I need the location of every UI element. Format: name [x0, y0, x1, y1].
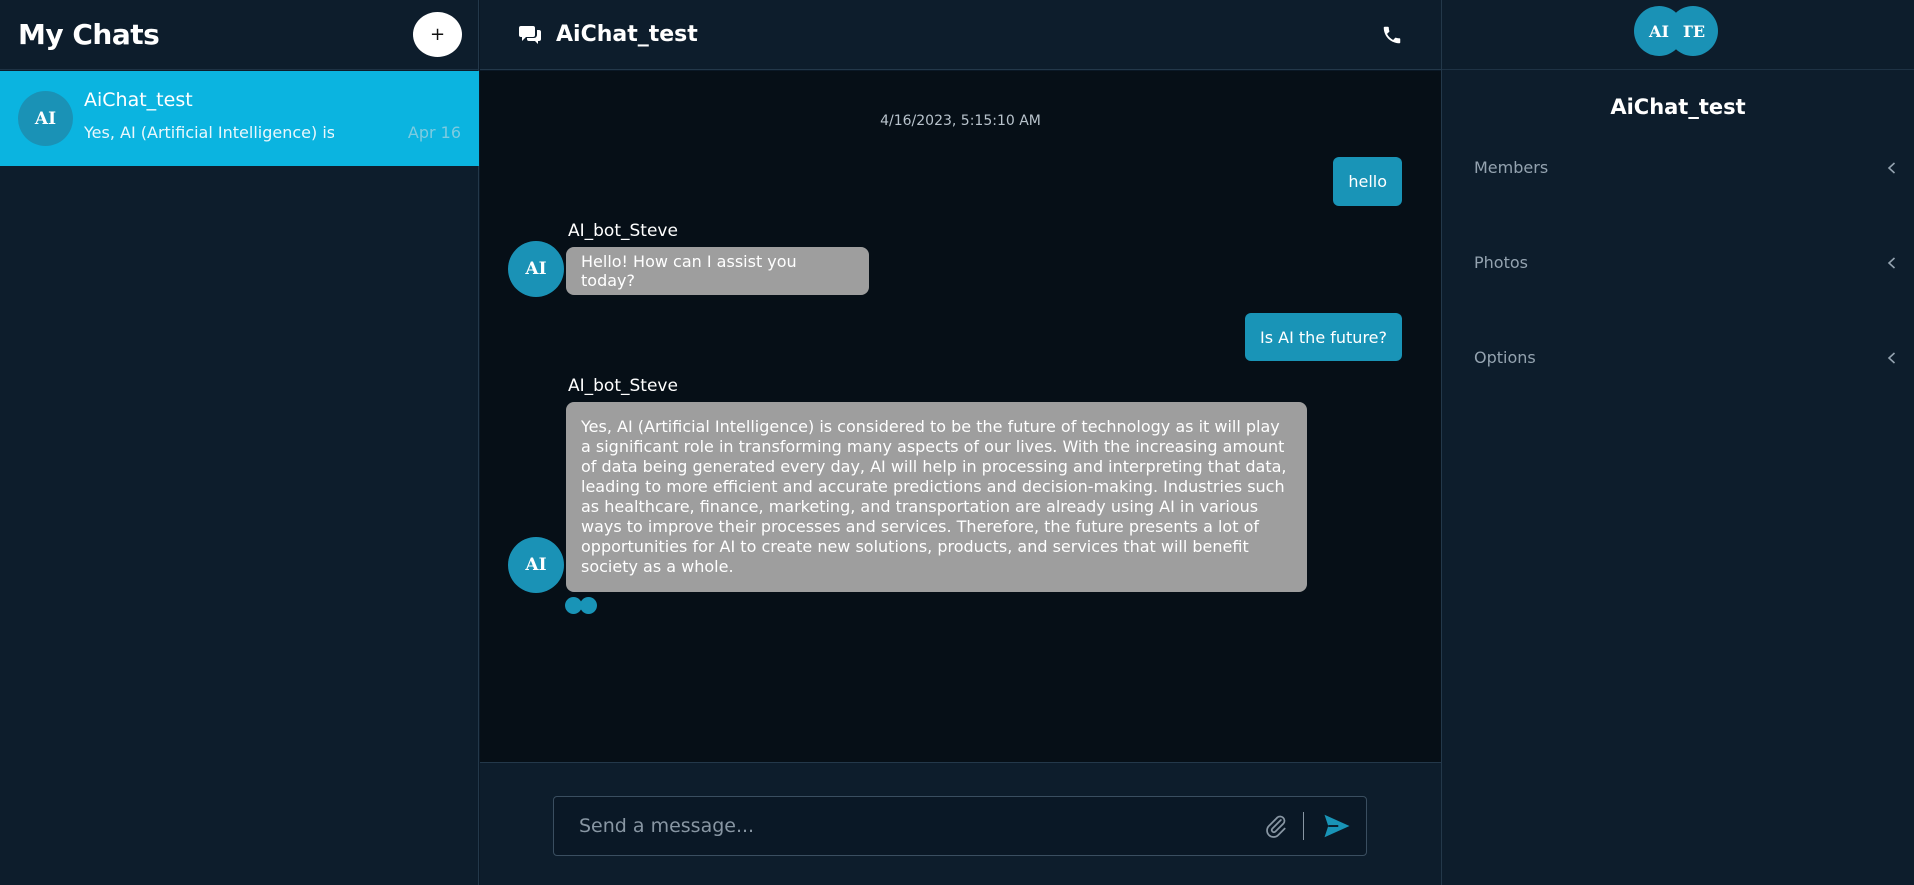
avatar: AI: [508, 241, 564, 297]
chat-title: AiChat_test: [556, 22, 698, 47]
chat-list-item-text: AiChat_test Yes, AI (Artificial Intellig…: [84, 89, 461, 149]
avatar: AI: [508, 537, 564, 593]
chat-name: AiChat_test: [84, 88, 193, 111]
phone-icon[interactable]: [1381, 24, 1403, 46]
incoming-message: Hello! How can I assist you today?: [566, 247, 869, 295]
composer-divider: [1303, 812, 1304, 840]
chat-bubbles-icon: [519, 25, 541, 44]
message-timestamp: 4/16/2023, 5:15:10 AM: [880, 113, 1041, 129]
section-label: Options: [1474, 348, 1536, 367]
message-composer: [553, 796, 1367, 856]
section-label: Members: [1474, 158, 1549, 177]
chat-last-message-preview: Yes, AI (Artificial Intelligence) is con…: [84, 122, 334, 142]
photos-section-toggle[interactable]: Photos: [1474, 253, 1899, 272]
chat-details-title: AiChat_test: [1610, 95, 1746, 119]
chat-header: AiChat_test: [480, 0, 1441, 70]
message-composer-bar: [480, 762, 1441, 885]
avatar: AI: [1634, 6, 1684, 56]
message-feed: 4/16/2023, 5:15:10 AM hello AI_bot_Steve…: [480, 71, 1441, 762]
message-input[interactable]: [579, 815, 1263, 837]
chat-details-panel: AI TE AiChat_test Members Photos Options: [1441, 0, 1914, 885]
outgoing-message: hello: [1333, 157, 1402, 206]
paperclip-icon[interactable]: [1263, 813, 1289, 839]
chat-list-sidebar: My Chats + AI AiChat_test Yes, AI (Artif…: [0, 0, 479, 885]
avatar: AI: [18, 91, 73, 146]
members-section-toggle[interactable]: Members: [1474, 158, 1899, 177]
send-icon[interactable]: [1322, 811, 1352, 841]
section-label: Photos: [1474, 253, 1528, 272]
chat-date: Apr 16: [407, 122, 461, 142]
read-receipt-avatar: [580, 597, 597, 614]
sidebar-title: My Chats: [18, 18, 160, 51]
members-avatar-stack: AI TE: [1442, 0, 1914, 70]
new-chat-button[interactable]: +: [413, 12, 462, 57]
message-sender: AI_bot_Steve: [568, 376, 678, 396]
chat-list-item[interactable]: AI AiChat_test Yes, AI (Artificial Intel…: [0, 71, 479, 166]
message-sender: AI_bot_Steve: [568, 221, 678, 241]
chevron-left-icon: [1887, 161, 1896, 174]
incoming-message: Yes, AI (Artificial Intelligence) is con…: [566, 402, 1307, 592]
sidebar-header: My Chats +: [0, 0, 478, 70]
outgoing-message: Is AI the future?: [1245, 313, 1402, 361]
chevron-left-icon: [1887, 256, 1896, 269]
chevron-left-icon: [1887, 351, 1896, 364]
options-section-toggle[interactable]: Options: [1474, 348, 1899, 367]
